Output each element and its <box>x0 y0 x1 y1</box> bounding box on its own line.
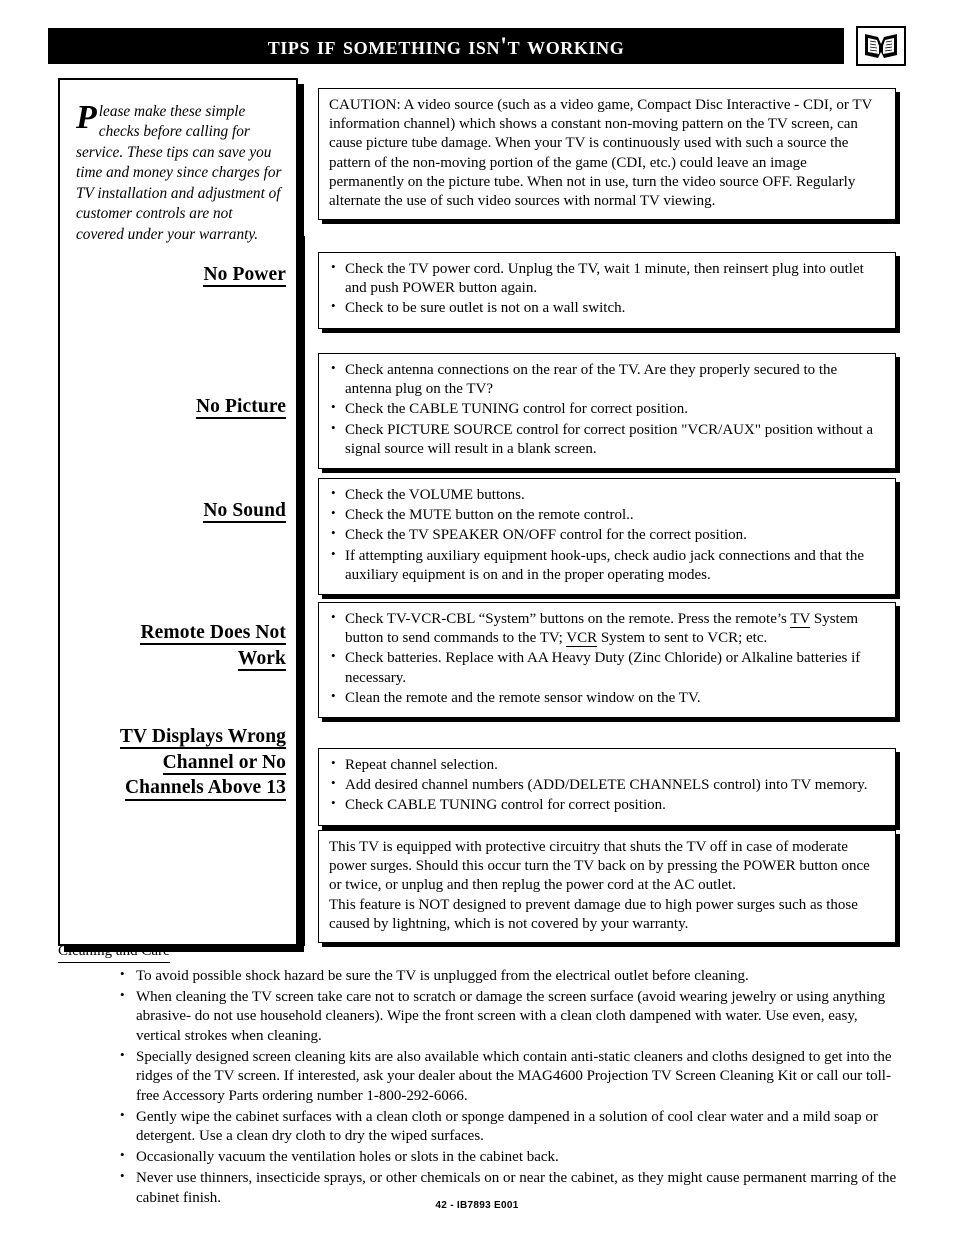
list-item: Repeat channel selection. <box>329 755 885 775</box>
underlined-term: VCR <box>566 630 598 648</box>
header-banner: Tips If Something Isn't Working <box>48 28 844 64</box>
power-surge-box: This TV is equipped with protective circ… <box>318 830 896 943</box>
section-heading-remote-line1: Remote Does Not <box>140 622 286 646</box>
text-run: System to sent to VCR; etc. <box>597 630 768 647</box>
surge-paragraph-2: This feature is NOT designed to prevent … <box>329 896 858 932</box>
text-run: Check TV-VCR-CBL “System” buttons on the… <box>345 611 791 627</box>
vertical-divider <box>296 236 305 946</box>
section-heading-remote-does-not-work: Remote Does Not Work <box>56 620 286 672</box>
list-item: Clean the remote and the remote sensor w… <box>329 688 885 708</box>
list-item: Check CABLE TUNING control for correct p… <box>329 795 885 815</box>
list-item: When cleaning the TV screen take care no… <box>120 987 906 1047</box>
channel-list: Repeat channel selection. Add desired ch… <box>329 755 885 816</box>
cleaning-and-care-list: To avoid possible shock hazard be sure t… <box>58 966 906 1209</box>
remote-does-not-work-box: Check TV-VCR-CBL “System” buttons on the… <box>318 602 896 718</box>
list-item: To avoid possible shock hazard be sure t… <box>120 966 906 987</box>
underlined-term: TV <box>790 611 811 628</box>
list-item: Add desired channel numbers (ADD/DELETE … <box>329 775 885 795</box>
section-heading-no-picture: No Picture <box>56 394 286 420</box>
section-heading-no-power-label: No Power <box>203 264 286 288</box>
remote-list: Check TV-VCR-CBL “System” buttons on the… <box>329 609 885 708</box>
list-item: Check to be sure outlet is not on a wall… <box>329 298 885 318</box>
no-power-box: Check the TV power cord. Unplug the TV, … <box>318 252 896 329</box>
page-footer: 42 - IB7893 E001 <box>435 1200 519 1211</box>
list-item: Occasionally vacuum the ventilation hole… <box>120 1147 906 1168</box>
section-heading-no-sound-label: No Sound <box>203 500 286 524</box>
cleaning-and-care-title: Cleaning and Care <box>58 942 170 963</box>
list-item: Check the TV power cord. Unplug the TV, … <box>329 259 885 298</box>
list-item: Specially designed screen cleaning kits … <box>120 1047 906 1107</box>
no-sound-list: Check the VOLUME buttons. Check the MUTE… <box>329 485 885 585</box>
list-item: Check batteries. Replace with AA Heavy D… <box>329 648 885 687</box>
section-heading-no-picture-label: No Picture <box>196 396 286 420</box>
section-heading-channel-line2: Channel or No <box>162 752 286 776</box>
intro-text-block: Please make these simple checks before c… <box>60 80 296 245</box>
list-item: Check the MUTE button on the remote cont… <box>329 505 885 525</box>
list-item: Check TV-VCR-CBL “System” buttons on the… <box>329 609 885 648</box>
section-heading-tv-displays-wrong-channel: TV Displays Wrong Channel or No Channels… <box>56 724 286 801</box>
text-run: Clean the remote and the remote sensor w… <box>345 689 701 706</box>
surge-paragraph-1: This TV is equipped with protective circ… <box>329 839 870 894</box>
open-book-icon <box>856 26 906 66</box>
intro-text: lease make these simple checks before ca… <box>76 103 282 243</box>
no-sound-box: Check the VOLUME buttons. Check the MUTE… <box>318 478 896 595</box>
intro-dropcap: P <box>76 99 97 136</box>
caution-text: CAUTION: A video source (such as a video… <box>329 97 873 209</box>
section-heading-no-sound: No Sound <box>56 498 286 524</box>
tv-displays-wrong-channel-box: Repeat channel selection. Add desired ch… <box>318 748 896 826</box>
list-item: Check the TV SPEAKER ON/OFF control for … <box>329 525 885 545</box>
list-item: Check the CABLE TUNING control for corre… <box>329 399 885 419</box>
no-picture-list: Check antenna connections on the rear of… <box>329 360 885 459</box>
list-item: If attempting auxiliary equipment hook-u… <box>329 546 885 585</box>
no-picture-box: Check antenna connections on the rear of… <box>318 353 896 469</box>
list-item: Check PICTURE SOURCE control for correct… <box>329 420 885 459</box>
section-heading-channel-line3: Channels Above 13 <box>125 777 286 801</box>
list-item: Check the VOLUME buttons. <box>329 485 885 505</box>
page-title: Tips If Something Isn't Working <box>267 32 625 60</box>
section-heading-no-power: No Power <box>56 262 286 288</box>
section-heading-remote-line2: Work <box>237 648 286 672</box>
list-item: Gently wipe the cabinet surfaces with a … <box>120 1107 906 1147</box>
section-heading-channel-line1: TV Displays Wrong <box>119 726 286 750</box>
caution-box: CAUTION: A video source (such as a video… <box>318 88 896 221</box>
text-run: Check batteries. Replace with AA Heavy D… <box>345 650 861 686</box>
no-power-list: Check the TV power cord. Unplug the TV, … <box>329 259 885 319</box>
page-header: Tips If Something Isn't Working <box>48 26 906 66</box>
list-item: Check antenna connections on the rear of… <box>329 360 885 399</box>
cleaning-and-care-section: Cleaning and Care To avoid possible shoc… <box>58 942 906 1210</box>
